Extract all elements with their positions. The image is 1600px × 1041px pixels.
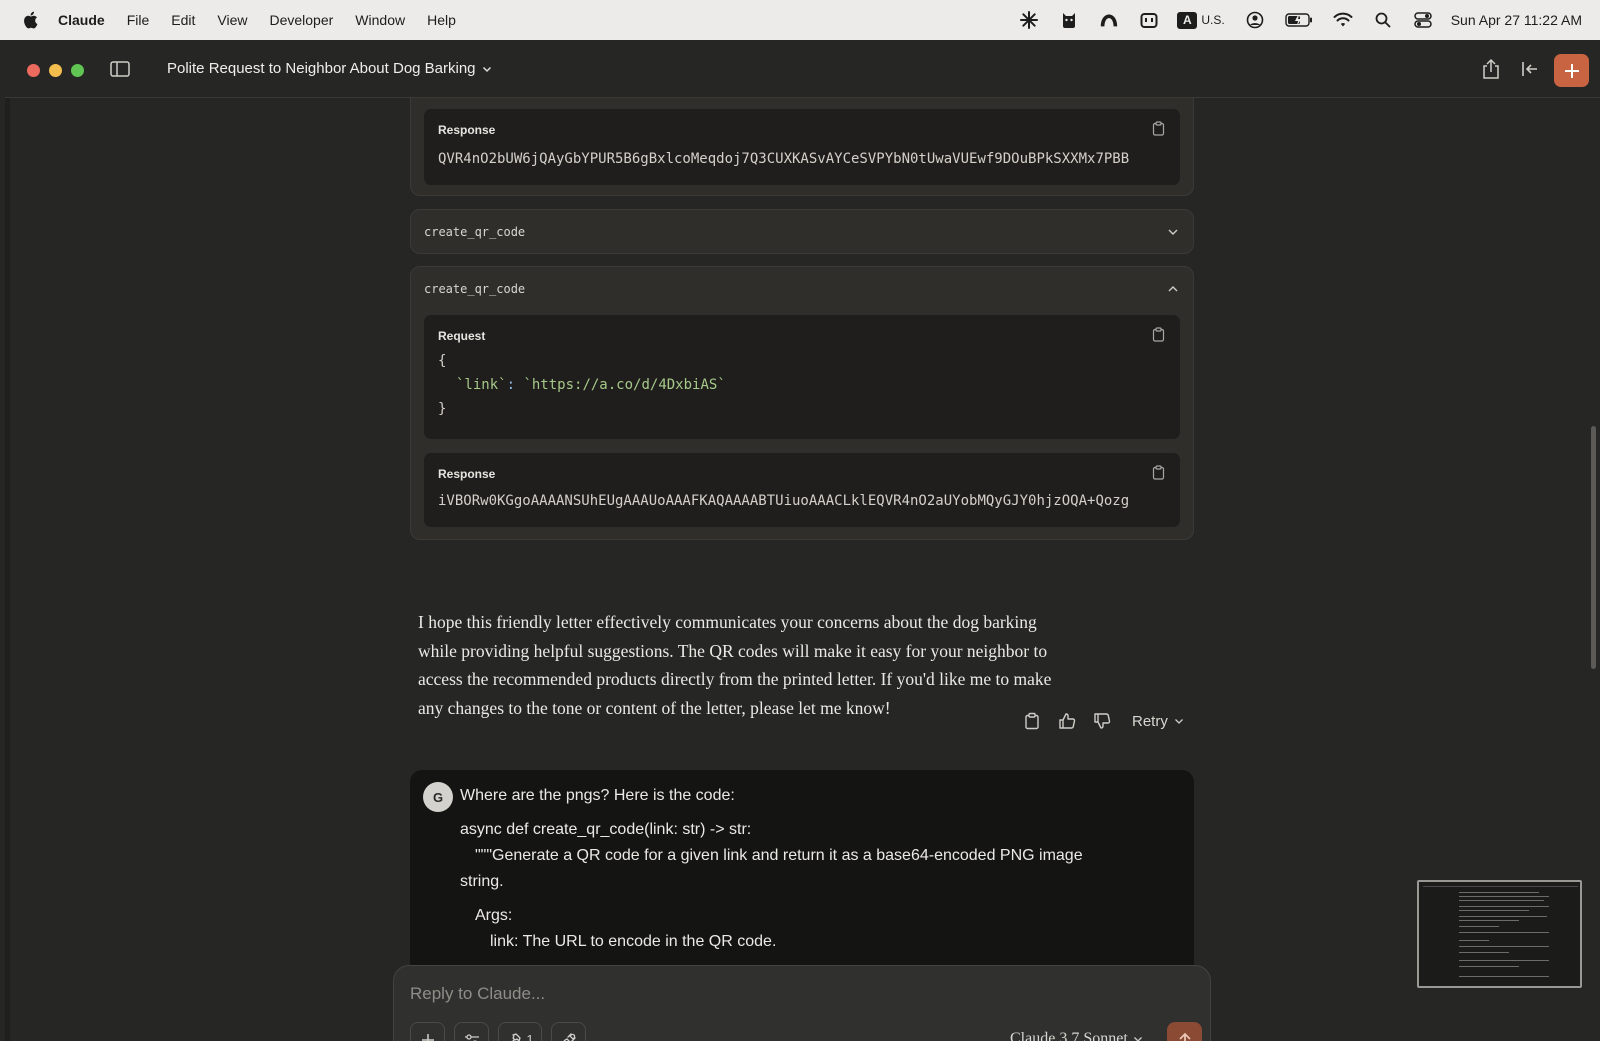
control-center-icon[interactable] <box>1413 10 1433 30</box>
user-line: Args: <box>475 907 513 924</box>
chevron-down-icon[interactable] <box>1167 226 1179 238</box>
user-account-icon[interactable] <box>1245 10 1265 30</box>
menu-bar: Claude File Edit View Developer Window H… <box>0 0 1600 40</box>
screenshot-thumbnail[interactable] <box>1417 880 1582 988</box>
chevron-down-icon <box>1133 1037 1142 1041</box>
plus-icon <box>1564 63 1579 78</box>
input-source-letter: A <box>1177 11 1198 29</box>
plus-icon <box>421 1033 434 1041</box>
model-selector[interactable]: Claude 3.7 Sonnet <box>1010 1030 1143 1041</box>
request-open-brace: { <box>438 353 447 369</box>
user-line: """Generate a QR code for a given link a… <box>475 847 1083 864</box>
input-source-label: U.S. <box>1201 13 1225 27</box>
assistant-line: while providing helpful suggestions. The… <box>418 640 1048 661</box>
conversation-area: Response QVR4nO2bUW6jQAyGbYPUR5B6gBxlcoM… <box>5 98 1600 1041</box>
menu-window[interactable]: Window <box>355 12 405 28</box>
retry-label: Retry <box>1132 712 1168 730</box>
copy-icon[interactable] <box>1152 327 1165 342</box>
robot-status-icon[interactable] <box>1139 10 1159 30</box>
user-line: Where are the pngs? Here is the code: <box>460 787 735 804</box>
input-source-indicator[interactable]: A U.S. <box>1177 11 1225 29</box>
tools-count: 1 <box>526 1032 534 1041</box>
title-bar: Polite Request to Neighbor About Dog Bar… <box>5 40 1600 98</box>
tool-call-card-previous: Response QVR4nO2bUW6jQAyGbYPUR5B6gBxlcoM… <box>410 98 1194 196</box>
request-colon: : <box>506 377 516 393</box>
request-value: `https://a.co/d/4DxbiAS` <box>523 377 726 393</box>
response-label: Response <box>438 123 496 137</box>
user-avatar: G <box>423 782 453 812</box>
new-chat-button[interactable] <box>1554 54 1589 87</box>
response-box: Response iVBORw0KGgoAAAANSUhEUgAAAUoAAAF… <box>424 453 1180 527</box>
thumbs-up-icon[interactable] <box>1058 712 1076 730</box>
user-line: async def create_qr_code(link: str) -> s… <box>460 821 752 838</box>
assistant-line: I hope this friendly letter effectively … <box>418 612 1037 632</box>
sidebar-toggle-icon[interactable] <box>110 60 130 78</box>
menu-edit[interactable]: Edit <box>171 12 195 28</box>
apple-icon[interactable] <box>22 11 38 29</box>
tools-button[interactable]: 1 <box>498 1022 542 1041</box>
thumbs-down-icon[interactable] <box>1093 712 1111 730</box>
reply-composer: 1 Claude 3.7 Sonnet <box>393 965 1211 1041</box>
response-value: QVR4nO2bUW6jQAyGbYPUR5B6gBxlcoMeqdoj7Q3C… <box>438 151 1130 167</box>
chevron-down-icon <box>482 66 491 72</box>
tool-call-name: create_qr_code <box>424 225 526 239</box>
tool-call-name: create_qr_code <box>424 282 526 296</box>
menu-app-name[interactable]: Claude <box>58 12 105 28</box>
copy-icon[interactable] <box>1152 465 1165 480</box>
message-actions: Retry <box>1023 708 1184 734</box>
reply-input[interactable] <box>410 982 1110 1006</box>
chat-title: Polite Request to Neighbor About Dog Bar… <box>167 60 476 77</box>
chat-title-dropdown[interactable]: Polite Request to Neighbor About Dog Bar… <box>167 60 492 77</box>
request-close-brace: } <box>438 401 447 417</box>
request-box: Request { `link`: `https://a.co/d/4DxbiA… <box>424 315 1180 439</box>
retry-button[interactable]: Retry <box>1132 713 1184 730</box>
wifi-icon[interactable] <box>1333 10 1353 30</box>
copy-icon[interactable] <box>1152 121 1165 136</box>
assistant-line: access the recommended products directly… <box>418 669 1052 689</box>
menu-file[interactable]: File <box>127 12 150 28</box>
model-name: Claude 3.7 Sonnet <box>1010 1030 1128 1041</box>
response-label: Response <box>438 467 496 481</box>
share-icon[interactable] <box>1481 58 1501 80</box>
spotlight-search-icon[interactable] <box>1373 10 1393 30</box>
claude-status-icon[interactable] <box>1019 10 1039 30</box>
cat-status-icon[interactable] <box>1059 10 1079 30</box>
response-box: Response QVR4nO2bUW6jQAyGbYPUR5B6gBxlcoM… <box>424 109 1180 185</box>
copy-icon[interactable] <box>1023 712 1041 730</box>
menubar-clock[interactable]: Sun Apr 27 11:22 AM <box>1451 12 1582 28</box>
tool-call-header[interactable]: create_qr_code <box>411 267 1193 311</box>
minimize-window-button[interactable] <box>49 64 62 77</box>
user-line: string. <box>460 873 504 890</box>
arrow-up-icon <box>1178 1032 1191 1041</box>
tool-call-expanded: create_qr_code Request { `link`: `https:… <box>410 266 1194 540</box>
request-key: `link` <box>456 377 507 393</box>
tool-call-header[interactable]: create_qr_code <box>411 210 1193 254</box>
chevron-up-icon[interactable] <box>1167 283 1179 295</box>
menu-help[interactable]: Help <box>427 12 456 28</box>
user-line: link: The URL to encode in the QR code. <box>490 933 777 950</box>
hammer-icon <box>511 1032 522 1041</box>
arc-status-icon[interactable] <box>1099 10 1119 30</box>
request-body-line: `link`: `https://a.co/d/4DxbiAS` <box>456 377 726 393</box>
zoom-window-button[interactable] <box>71 64 84 77</box>
claude-window: Polite Request to Neighbor About Dog Bar… <box>5 40 1600 1041</box>
menu-view[interactable]: View <box>217 12 247 28</box>
add-attachment-button[interactable] <box>410 1022 445 1041</box>
chevron-down-icon <box>1174 719 1183 724</box>
collapse-panel-icon[interactable] <box>1520 59 1540 79</box>
request-label: Request <box>438 329 486 343</box>
response-value: iVBORw0KGgoAAAANSUhEUgAAAUoAAAFKAQAAAABT… <box>438 493 1130 509</box>
send-button[interactable] <box>1167 1022 1202 1041</box>
tool-call-collapsed[interactable]: create_qr_code <box>410 209 1194 254</box>
battery-icon[interactable] <box>1285 10 1313 30</box>
sliders-icon <box>464 1033 479 1041</box>
close-window-button[interactable] <box>27 64 40 77</box>
integrations-button[interactable] <box>551 1022 586 1041</box>
options-button[interactable] <box>454 1022 489 1041</box>
menu-developer[interactable]: Developer <box>269 12 333 28</box>
plug-icon <box>562 1032 576 1041</box>
scrollbar-thumb[interactable] <box>1591 426 1596 669</box>
assistant-message: I hope this friendly letter effectively … <box>418 608 1148 722</box>
